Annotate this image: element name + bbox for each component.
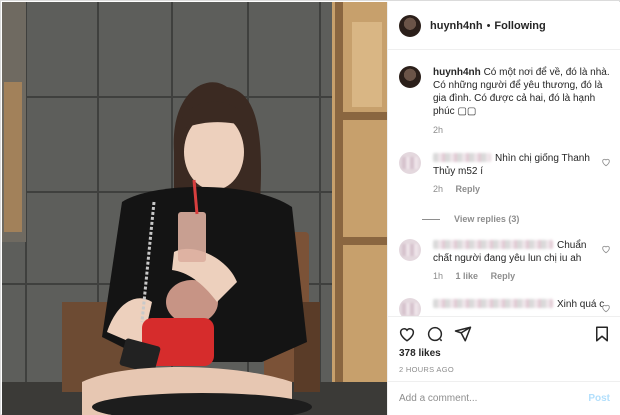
comments-list[interactable]: huynh4nh Có một nơi để về, đó là nhà. Có… — [388, 51, 620, 316]
post-time-ago[interactable]: 2 HOURS AGO — [399, 365, 454, 374]
bookmark-icon[interactable] — [593, 325, 611, 343]
comment-body: Xinh quá c — [433, 298, 605, 311]
separator-dot: • — [486, 19, 491, 32]
post-button[interactable]: Post — [588, 393, 610, 404]
caption-avatar[interactable] — [399, 66, 421, 88]
blurred-username — [433, 153, 491, 162]
following-button[interactable]: Following — [494, 20, 545, 32]
caption-body: huynh4nh Có một nơi để về, đó là nhà. Có… — [433, 66, 614, 137]
comment-time[interactable]: 2h — [433, 184, 443, 194]
add-comment-bar: Post — [388, 381, 620, 415]
caption-emoji: ▢▢ — [457, 106, 477, 117]
commenter-avatar[interactable] — [399, 152, 421, 174]
side-panel: huynh4nh • Following huynh4nh Có một nơi… — [387, 2, 620, 415]
comment-bubble-icon[interactable] — [426, 325, 444, 343]
likes-count[interactable]: 378 likes — [399, 348, 441, 359]
post-photo[interactable] — [2, 2, 387, 415]
reply-button[interactable]: Reply — [491, 271, 516, 281]
caption-username[interactable]: huynh4nh — [433, 67, 481, 78]
comment-likes[interactable]: 1 like — [456, 271, 479, 281]
view-replies-button[interactable]: View replies (3) — [422, 214, 519, 224]
blurred-username — [433, 299, 553, 308]
author-username[interactable]: huynh4nh — [430, 20, 483, 32]
caption-time[interactable]: 2h — [433, 124, 614, 137]
post-header: huynh4nh • Following — [388, 2, 620, 50]
heart-icon[interactable] — [601, 157, 611, 167]
comment-meta: 2h Reply — [433, 183, 605, 196]
add-comment-input[interactable] — [399, 393, 569, 404]
post-dialog: huynh4nh • Following huynh4nh Có một nơi… — [0, 0, 620, 415]
comment-meta: 1h 1 like Reply — [433, 270, 605, 283]
comment-body: Nhìn chị giống Thanh Thủy m52 í 2h Reply — [433, 152, 605, 196]
heart-icon[interactable] — [601, 244, 611, 254]
comment-body: Chuẩn chất người đang yêu lun chị iu ah … — [433, 239, 605, 283]
author-avatar[interactable] — [399, 14, 421, 37]
comment-text: Xinh quá c — [557, 299, 605, 310]
heart-icon[interactable] — [398, 325, 416, 343]
reply-button[interactable]: Reply — [456, 184, 481, 194]
heart-icon[interactable] — [601, 303, 611, 313]
photo-image — [2, 2, 387, 415]
action-bar — [388, 316, 620, 346]
commenter-avatar[interactable] — [399, 298, 421, 316]
comment-time[interactable]: 1h — [433, 271, 443, 281]
post-caption: huynh4nh Có một nơi để về, đó là nhà. Có… — [399, 66, 614, 137]
commenter-avatar[interactable] — [399, 239, 421, 261]
paper-plane-icon[interactable] — [454, 325, 472, 343]
blurred-username — [433, 240, 553, 249]
